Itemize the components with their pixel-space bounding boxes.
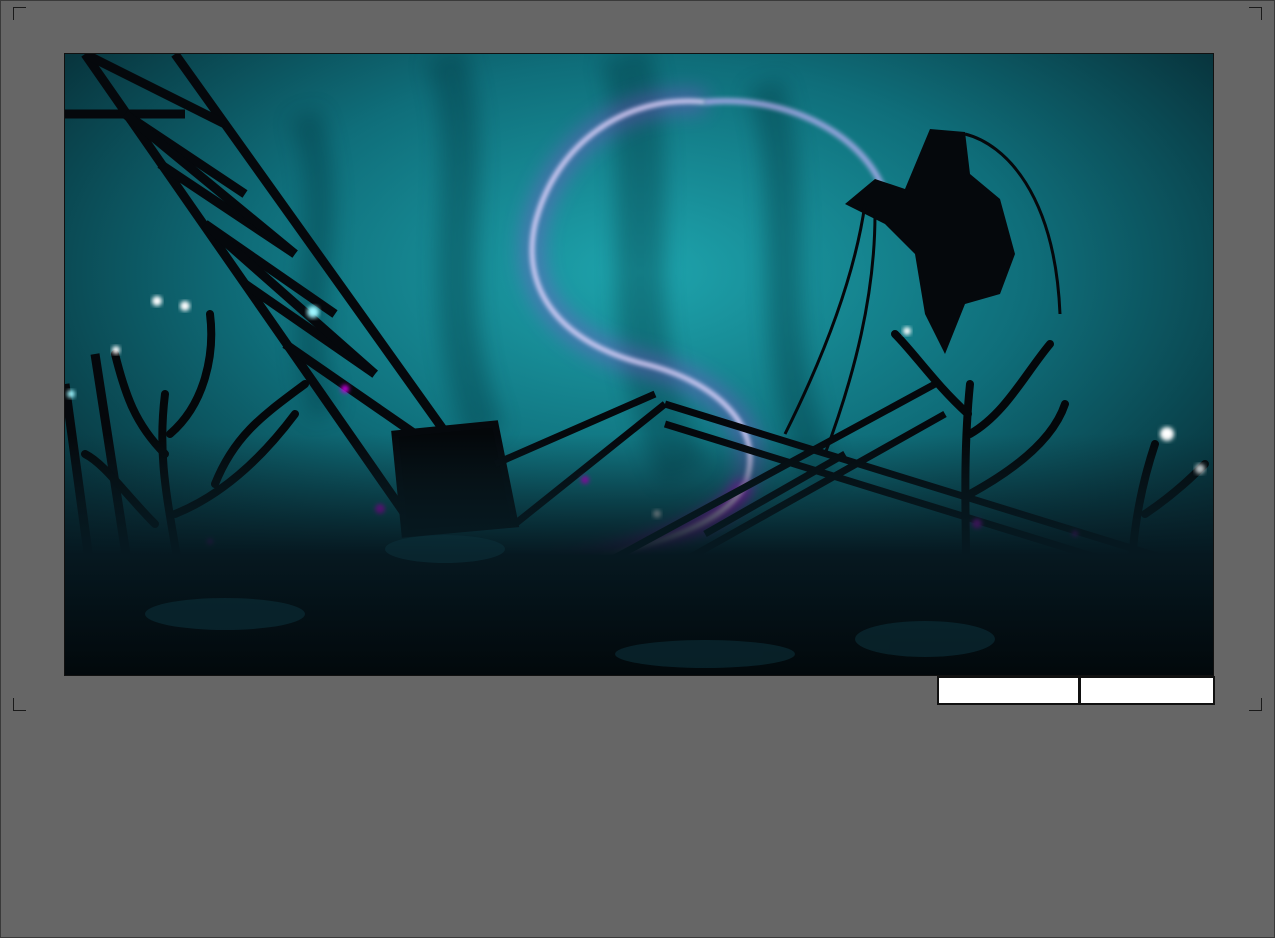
- artwork-image: [64, 53, 1214, 676]
- caption-box-left: [937, 676, 1080, 705]
- underwater-scene-svg: [65, 54, 1213, 675]
- crop-mark-top-right: [1249, 7, 1262, 20]
- crop-mark-bottom-left: [13, 698, 26, 711]
- crop-mark-top-left: [13, 7, 26, 20]
- crop-mark-bottom-right: [1249, 698, 1262, 711]
- sea-floor: [65, 434, 1213, 675]
- caption-box-right: [1079, 676, 1215, 705]
